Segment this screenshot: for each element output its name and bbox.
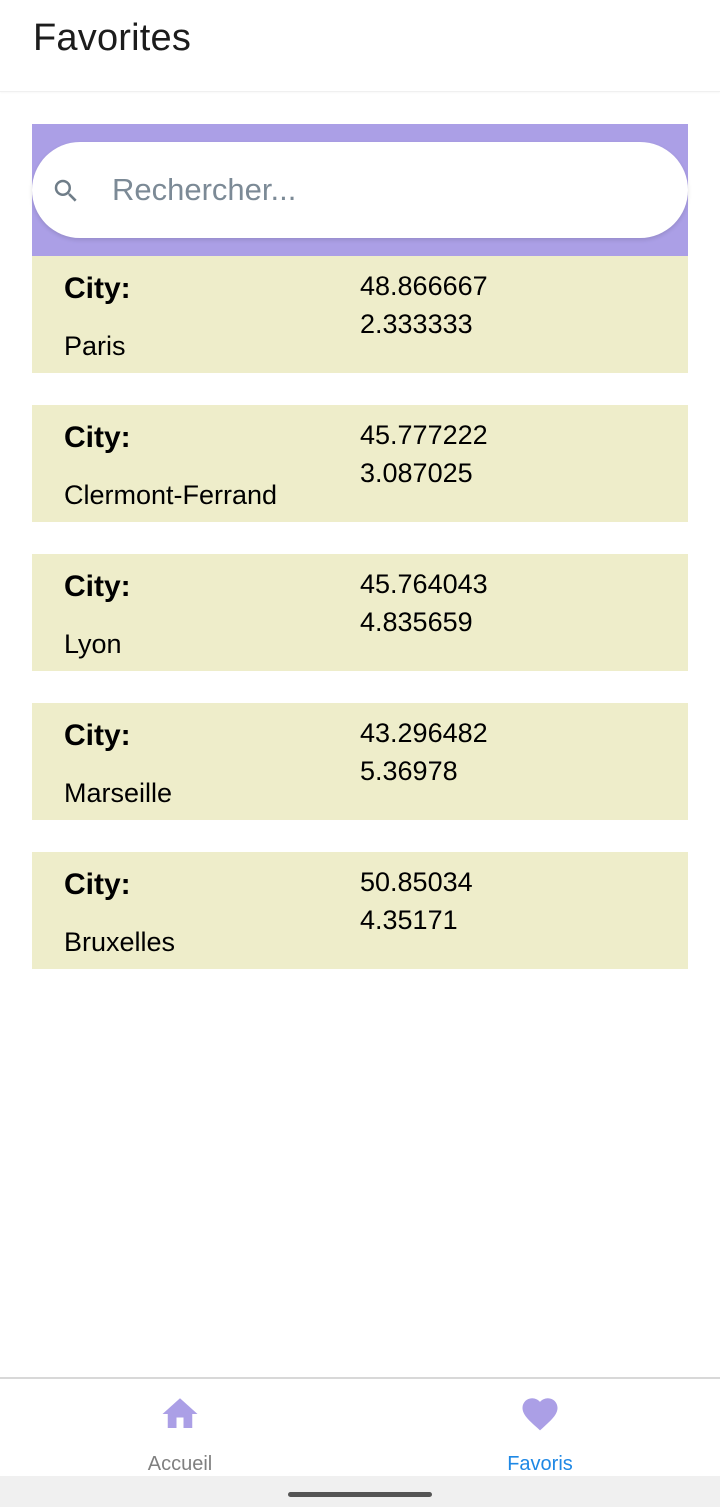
city-label: City: bbox=[64, 421, 131, 454]
city-latitude: 45.777222 bbox=[360, 420, 488, 450]
bottom-navigation: Accueil Favoris bbox=[0, 1377, 720, 1476]
city-label: City: bbox=[64, 570, 131, 603]
city-name: Paris bbox=[64, 331, 126, 361]
nav-tab-favoris[interactable]: Favoris bbox=[360, 1379, 720, 1478]
city-longitude: 2.333333 bbox=[360, 309, 473, 339]
page-title: Favorites bbox=[33, 17, 192, 59]
search-bar[interactable] bbox=[32, 142, 688, 238]
search-input[interactable] bbox=[112, 162, 652, 218]
search-band bbox=[32, 124, 688, 256]
city-longitude: 5.36978 bbox=[360, 756, 458, 786]
favorites-list: City: Paris 48.866667 2.333333 City: Cle… bbox=[32, 256, 688, 1001]
city-latitude: 48.866667 bbox=[360, 271, 488, 301]
city-name: Bruxelles bbox=[64, 927, 176, 957]
city-latitude: 50.85034 bbox=[360, 867, 473, 897]
city-longitude: 3.087025 bbox=[360, 458, 473, 488]
nav-label-favoris: Favoris bbox=[507, 1453, 573, 1475]
nav-tab-accueil[interactable]: Accueil bbox=[0, 1379, 360, 1478]
home-icon bbox=[162, 1398, 198, 1428]
city-latitude: 43.296482 bbox=[360, 718, 488, 748]
city-card-bruxelles[interactable]: City: Bruxelles 50.85034 4.35171 bbox=[32, 852, 688, 969]
heart-icon bbox=[522, 1398, 558, 1431]
city-name: Lyon bbox=[64, 629, 122, 659]
city-card-lyon[interactable]: City: Lyon 45.764043 4.835659 bbox=[32, 554, 688, 671]
search-icon bbox=[54, 179, 77, 202]
app-header: Favorites bbox=[0, 0, 720, 92]
city-latitude: 45.764043 bbox=[360, 569, 488, 599]
city-longitude: 4.35171 bbox=[360, 905, 458, 935]
city-label: City: bbox=[64, 868, 131, 901]
city-card-clermont-ferrand[interactable]: City: Clermont-Ferrand 45.777222 3.08702… bbox=[32, 405, 688, 522]
nav-label-accueil: Accueil bbox=[147, 1453, 213, 1475]
city-longitude: 4.835659 bbox=[360, 607, 473, 637]
gesture-handle[interactable] bbox=[288, 1492, 432, 1497]
city-name: Marseille bbox=[64, 778, 173, 808]
system-navigation-bar bbox=[0, 1476, 720, 1507]
city-label: City: bbox=[64, 272, 131, 305]
city-card-marseille[interactable]: City: Marseille 43.296482 5.36978 bbox=[32, 703, 688, 820]
city-label: City: bbox=[64, 719, 131, 752]
city-card-paris[interactable]: City: Paris 48.866667 2.333333 bbox=[32, 256, 688, 373]
city-name: Clermont-Ferrand bbox=[64, 480, 278, 510]
